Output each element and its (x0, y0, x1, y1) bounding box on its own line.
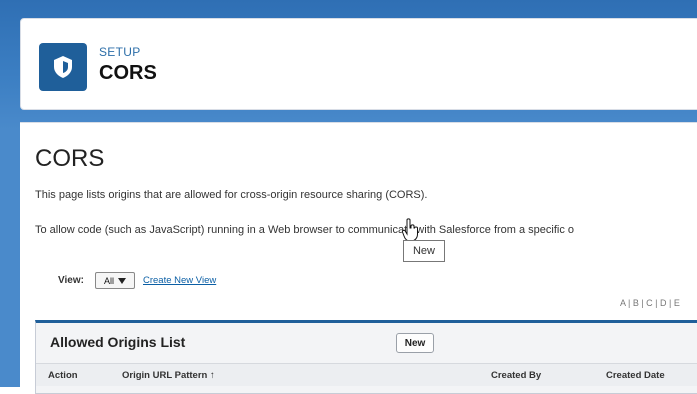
page-title: CORS (35, 145, 105, 172)
list-title: Allowed Origins List (50, 334, 186, 350)
setup-title: CORS (99, 62, 157, 84)
setup-header: SETUP CORS (20, 18, 697, 110)
new-button[interactable]: New (396, 333, 434, 353)
chevron-down-icon (118, 276, 126, 286)
background-strip (0, 130, 20, 387)
page-description-2: To allow code (such as JavaScript) runni… (35, 224, 575, 236)
alpha-index[interactable]: A | B | C | D | E (620, 298, 680, 308)
page-description: This page lists origins that are allowed… (35, 189, 428, 201)
view-select-value: All (103, 275, 114, 286)
shield-icon (39, 43, 87, 91)
content-panel: CORS This page lists origins that are al… (20, 122, 697, 394)
create-new-view-link[interactable]: Create New View (143, 275, 216, 286)
table-header: Action Origin URL Pattern ↑ Created By C… (36, 363, 697, 386)
allowed-origins-list: Allowed Origins List New Action Origin U… (35, 320, 697, 394)
new-tooltip: New (403, 240, 445, 262)
view-label: View: (58, 275, 84, 286)
column-header-created-date[interactable]: Created Date (606, 370, 665, 381)
view-select[interactable]: All (95, 272, 135, 289)
column-header-action: Action (48, 370, 78, 381)
setup-kicker: SETUP (99, 45, 141, 59)
column-header-created-by[interactable]: Created By (491, 370, 541, 381)
column-header-origin-url[interactable]: Origin URL Pattern ↑ (122, 370, 215, 381)
